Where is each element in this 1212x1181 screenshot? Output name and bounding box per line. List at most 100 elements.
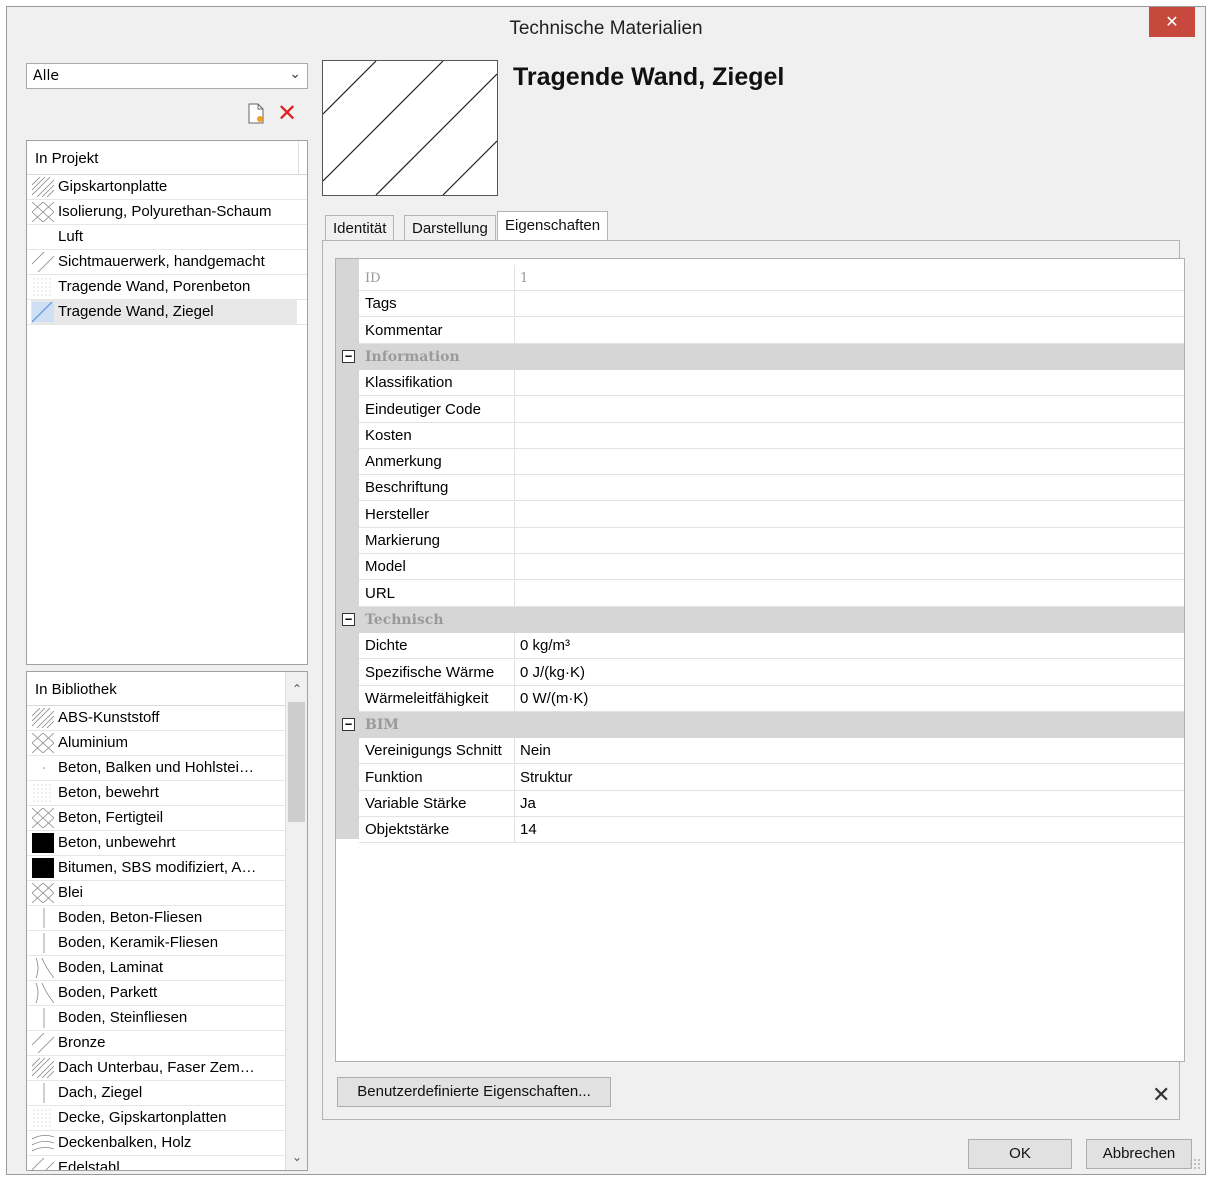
list-item[interactable]: Tragende Wand, Ziegel	[27, 300, 307, 325]
collapse-icon[interactable]: −	[342, 612, 355, 626]
property-row[interactable]: Spezifische Wärme 0 J/(kg·K)	[359, 659, 1184, 686]
property-row[interactable]: Tags	[359, 291, 1184, 318]
tab-darstellung[interactable]: Darstellung	[404, 215, 496, 241]
property-value[interactable]: Nein	[520, 742, 551, 759]
project-list-header-label: In Projekt	[35, 150, 99, 167]
cancel-button[interactable]: Abbrechen	[1086, 1139, 1192, 1169]
property-key: Vereinigungs Schnitt	[365, 742, 502, 760]
list-item[interactable]: Dach Unterbau, Faser Zem…	[27, 1056, 285, 1081]
collapse-icon[interactable]: −	[342, 718, 355, 732]
property-key: Model	[365, 558, 406, 576]
project-list-header: In Projekt	[27, 141, 307, 175]
list-item[interactable]: Boden, Beton-Fliesen	[27, 906, 285, 931]
collapse-icon[interactable]: −	[342, 349, 355, 363]
remove-property-icon[interactable]: ✕	[1152, 1085, 1170, 1107]
list-item[interactable]: Dach, Ziegel	[27, 1081, 285, 1106]
list-item[interactable]: Bitumen, SBS modifiziert, A…	[27, 856, 285, 881]
property-row[interactable]: Wärmeleitfähigkeit 0 W/(m·K)	[359, 685, 1184, 712]
list-item[interactable]: Edelstahl	[27, 1156, 285, 1170]
property-row[interactable]: URL	[359, 580, 1184, 607]
list-item[interactable]: Boden, Keramik-Fliesen	[27, 931, 285, 956]
material-pattern-icon	[43, 933, 45, 953]
property-row[interactable]: Vereinigungs Schnitt Nein	[359, 738, 1184, 765]
list-item[interactable]: Beton, Balken und Hohlstei…	[27, 756, 285, 781]
property-value[interactable]: 0 W/(m·K)	[520, 690, 588, 707]
list-item[interactable]: ABS-Kunststoff	[27, 706, 285, 731]
list-item[interactable]: Bronze	[27, 1031, 285, 1056]
tab-eigenschaften[interactable]: Eigenschaften	[497, 211, 609, 242]
list-item[interactable]: Boden, Steinfliesen	[27, 1006, 285, 1031]
list-item[interactable]: Deckenbalken, Holz	[27, 1131, 285, 1156]
material-pattern-icon	[43, 767, 45, 769]
property-row[interactable]: Klassifikation	[359, 370, 1184, 397]
scroll-down-arrow-icon[interactable]: ⌄	[286, 1148, 307, 1166]
window-title: Technische Materialien	[509, 18, 703, 39]
list-item-label: Boden, Keramik-Fliesen	[58, 934, 219, 951]
list-item-label: Bronze	[58, 1034, 106, 1051]
category-label: BIM	[365, 717, 399, 734]
property-row[interactable]: Eindeutiger Code	[359, 396, 1184, 423]
filter-dropdown[interactable]: Alle ⌄	[26, 63, 308, 89]
list-item-label: Beton, Fertigteil	[58, 809, 164, 826]
property-row[interactable]: Anmerkung	[359, 449, 1184, 476]
project-materials-list: In Projekt Gipskartonplatte Isolierung, P…	[26, 140, 308, 665]
library-materials-list: In Bibliothek ABS-Kunststoff Aluminium Bet…	[26, 671, 308, 1171]
list-item[interactable]: Boden, Laminat	[27, 956, 285, 981]
property-key: Wärmeleitfähigkeit	[365, 689, 489, 707]
property-row[interactable]: Kosten	[359, 422, 1184, 449]
material-pattern-icon	[32, 883, 54, 903]
property-row[interactable]: Model	[359, 554, 1184, 581]
material-preview	[322, 60, 498, 196]
scroll-up-arrow-icon[interactable]: ⌃	[286, 680, 307, 698]
property-key: Beschriftung	[365, 479, 449, 497]
resize-grip-icon[interactable]	[1189, 1158, 1201, 1170]
list-item-label: Dach, Ziegel	[58, 1084, 143, 1101]
material-pattern-icon	[32, 1058, 54, 1078]
material-pattern-icon	[32, 1158, 54, 1170]
filter-selected-value: Alle	[33, 68, 59, 84]
list-item[interactable]: Gipskartonplatte	[27, 175, 307, 200]
list-item[interactable]: Isolierung, Polyurethan-Schaum	[27, 200, 307, 225]
library-scroll-thumb[interactable]	[288, 702, 305, 822]
ok-button[interactable]: OK	[968, 1139, 1072, 1169]
tab-identitaet[interactable]: Identität	[325, 215, 395, 241]
list-item[interactable]: Aluminium	[27, 731, 285, 756]
list-item[interactable]: Beton, bewehrt	[27, 781, 285, 806]
list-item[interactable]: Beton, unbewehrt	[27, 831, 285, 856]
list-item[interactable]: Tragende Wand, Porenbeton	[27, 275, 307, 300]
property-value[interactable]: 0 kg/m³	[520, 637, 570, 654]
property-row[interactable]: Kommentar	[359, 317, 1184, 344]
property-value[interactable]: Ja	[520, 795, 536, 812]
new-document-icon[interactable]	[247, 103, 265, 125]
property-key: Funktion	[365, 768, 423, 786]
property-row[interactable]: Beschriftung	[359, 475, 1184, 502]
property-row[interactable]: Markierung	[359, 528, 1184, 554]
chevron-down-icon: ⌄	[289, 66, 301, 82]
property-value[interactable]: 14	[520, 821, 537, 838]
list-item[interactable]: Boden, Parkett	[27, 981, 285, 1006]
library-list-header-label: In Bibliothek	[35, 681, 117, 698]
custom-properties-button[interactable]: Benutzerdefinierte Eigenschaften...	[337, 1077, 611, 1107]
list-item-label: Isolierung, Polyurethan-Schaum	[58, 203, 272, 220]
list-item[interactable]: Sichtmauerwerk, handgemacht	[27, 250, 307, 275]
material-pattern-icon	[32, 302, 54, 322]
property-row[interactable]: Funktion Struktur	[359, 764, 1184, 791]
close-window-button[interactable]: ✕	[1149, 7, 1195, 37]
property-row[interactable]: Variable Stärke Ja	[359, 791, 1184, 817]
property-row[interactable]: Dichte 0 kg/m³	[359, 633, 1184, 660]
library-scrollbar[interactable]: ⌃ ⌄	[285, 672, 307, 1170]
material-pattern-icon	[32, 227, 54, 247]
property-key: Kosten	[365, 426, 412, 444]
list-item[interactable]: Luft	[27, 225, 307, 250]
material-pattern-icon	[32, 252, 54, 272]
property-value[interactable]: Struktur	[520, 769, 573, 786]
delete-icon[interactable]: ✕	[277, 101, 297, 125]
property-row[interactable]: Hersteller	[359, 501, 1184, 528]
list-item[interactable]: Beton, Fertigteil	[27, 806, 285, 831]
list-item[interactable]: Blei	[27, 881, 285, 906]
property-value[interactable]: 0 J/(kg·K)	[520, 664, 585, 681]
list-item[interactable]: Decke, Gipskartonplatten	[27, 1106, 285, 1131]
list-item-label: Boden, Parkett	[58, 984, 158, 1001]
property-row[interactable]: Objektstärke 14	[359, 817, 1184, 844]
material-pattern-icon	[33, 1109, 51, 1127]
